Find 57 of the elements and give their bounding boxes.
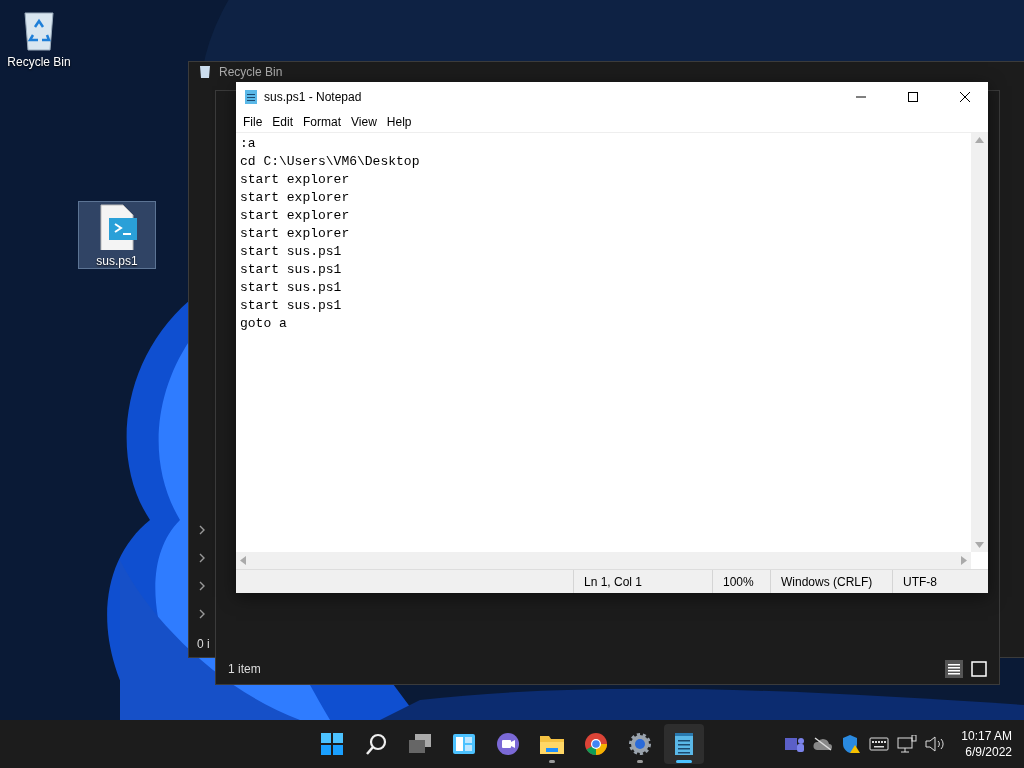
teams-icon[interactable] — [785, 735, 806, 753]
close-icon — [959, 91, 971, 103]
volume-icon[interactable] — [925, 736, 946, 752]
menu-item[interactable]: Edit — [267, 113, 299, 131]
keyboard-icon[interactable] — [869, 737, 890, 751]
menu-item[interactable]: View — [346, 113, 382, 131]
text-line: cd C:\Users\VM6\Desktop — [240, 153, 420, 171]
status-text: 1 item — [228, 662, 261, 676]
chevron-icon[interactable] — [197, 609, 207, 619]
desktop-icon[interactable]: sus.ps1 — [78, 201, 156, 269]
text-line: start explorer — [240, 207, 350, 225]
clock-time: 10:17 AM — [961, 729, 1012, 743]
status-text: Ln 1, Col 1 — [573, 570, 712, 593]
chevron-icon[interactable] — [197, 553, 207, 563]
text-line: start sus.ps1 — [240, 261, 342, 279]
text-line: start explorer — [240, 225, 350, 243]
chat-icon — [496, 732, 520, 756]
desktop-icon[interactable]: Recycle Bin — [0, 6, 78, 74]
menu-item[interactable]: Help — [381, 113, 417, 131]
chrome-icon — [584, 732, 608, 756]
tiles-view-icon[interactable] — [971, 661, 987, 677]
task-view-icon — [408, 733, 432, 755]
widgets-icon — [452, 733, 476, 755]
taskbar-button[interactable] — [664, 724, 704, 764]
details-view-icon[interactable] — [945, 660, 963, 678]
text-line: goto a — [240, 315, 287, 333]
window-title: sus.ps1 - Notepad — [264, 90, 363, 104]
text-line: :a — [240, 135, 256, 153]
maximize-icon — [907, 91, 919, 103]
gear-icon — [628, 732, 652, 756]
recycle-bin-icon — [199, 65, 211, 79]
chevron-icon[interactable] — [197, 525, 207, 535]
folder-icon — [539, 733, 565, 755]
recycle-bin-icon — [21, 9, 57, 51]
menu-item[interactable]: File — [238, 113, 268, 131]
cloud-off-icon[interactable] — [813, 737, 834, 751]
clock[interactable]: 10:17 AM 6/9/2022 — [961, 729, 1012, 759]
menu-item[interactable]: Format — [298, 113, 347, 131]
script-file-icon — [97, 204, 137, 250]
status-text: UTF-8 — [892, 570, 988, 593]
window-title: Recycle Bin — [219, 65, 283, 79]
text-line: start explorer — [240, 171, 350, 189]
shield-warning-icon[interactable] — [841, 734, 862, 754]
search-icon — [364, 732, 388, 756]
status-text: Windows (CRLF) — [770, 570, 892, 593]
status-text: 100% — [712, 570, 770, 593]
text-line: start explorer — [240, 189, 350, 207]
chevron-icon[interactable] — [197, 581, 207, 591]
status-text: 0 i — [197, 637, 211, 651]
text-line: start sus.ps1 — [240, 243, 342, 261]
text-line: start sus.ps1 — [240, 279, 342, 297]
text-line: start sus.ps1 — [240, 297, 342, 315]
clock-date: 6/9/2022 — [965, 745, 1012, 759]
windows-logo-icon — [320, 732, 344, 756]
network-icon[interactable] — [897, 735, 918, 753]
notepad-icon — [674, 732, 694, 756]
notepad-icon — [244, 89, 258, 105]
